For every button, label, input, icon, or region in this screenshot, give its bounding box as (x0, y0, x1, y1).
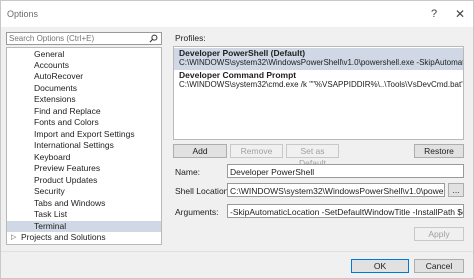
search-input[interactable] (9, 33, 147, 44)
restore-button[interactable]: Restore (414, 144, 464, 158)
profile-name: Developer Command Prompt (179, 70, 297, 80)
tree-item-find-and-replace[interactable]: Find and Replace (7, 106, 161, 117)
add-button[interactable]: Add (173, 144, 227, 158)
window-title: Options (7, 9, 39, 19)
tree-item-task-list[interactable]: Task List (7, 209, 161, 220)
tree-item-product-updates[interactable]: Product Updates (7, 175, 161, 186)
arguments-field[interactable] (227, 204, 464, 218)
remove-button[interactable]: Remove (230, 144, 283, 158)
tree-item-general[interactable]: General (7, 49, 161, 60)
shell-location-input[interactable] (230, 185, 444, 196)
expand-icon[interactable]: ▷ (11, 232, 16, 243)
tree-item-autorecover[interactable]: AutoRecover (7, 71, 161, 82)
tree-item-international[interactable]: International Settings (7, 140, 161, 151)
browse-button[interactable]: ... (448, 183, 464, 197)
profile-item[interactable]: Developer PowerShell (Default) C:\WINDOW… (174, 48, 463, 70)
options-tree: General Accounts AutoRecover Documents E… (6, 47, 162, 245)
arguments-input[interactable] (230, 206, 463, 217)
search-icon[interactable] (149, 34, 158, 43)
name-input[interactable] (230, 166, 463, 177)
set-as-default-button[interactable]: Set as Default (286, 144, 339, 168)
shell-location-field[interactable] (227, 183, 445, 197)
tree-item-extensions[interactable]: Extensions (7, 94, 161, 105)
title-bar: Options ? ✕ (1, 1, 473, 27)
profiles-label: Profiles: (175, 33, 206, 43)
tree-item-fonts-and-colors[interactable]: Fonts and Colors (7, 117, 161, 128)
tree-item-tabs-and-windows[interactable]: Tabs and Windows (7, 198, 161, 209)
profiles-list: Developer PowerShell (Default) C:\WINDOW… (173, 46, 464, 140)
name-label: Name: (175, 167, 201, 177)
tree-node-label: Projects and Solutions (21, 232, 106, 242)
tree-item-preview-features[interactable]: Preview Features (7, 163, 161, 174)
help-button[interactable]: ? (422, 4, 446, 24)
footer-divider (1, 251, 473, 252)
cancel-button[interactable]: Cancel (414, 259, 464, 273)
search-box[interactable] (6, 32, 162, 45)
profile-command: C:\WINDOWS\system32\WindowsPowerShell\v1… (179, 58, 463, 67)
close-button[interactable]: ✕ (448, 4, 472, 24)
profile-command: C:\WINDOWS\system32\cmd.exe /k ""%VSAPPI… (179, 80, 463, 89)
profile-name: Developer PowerShell (Default) (179, 48, 306, 58)
name-field[interactable] (227, 164, 464, 178)
apply-button[interactable]: Apply (414, 227, 464, 241)
tree-item-accounts[interactable]: Accounts (7, 60, 161, 71)
tree-item-security[interactable]: Security (7, 186, 161, 197)
shell-location-label: Shell Location: (175, 186, 231, 196)
ok-button[interactable]: OK (351, 259, 409, 273)
tree-node-projects-and-solutions[interactable]: ▷ Projects and Solutions (7, 232, 161, 243)
tree-item-documents[interactable]: Documents (7, 83, 161, 94)
tree-item-import-export[interactable]: Import and Export Settings (7, 129, 161, 140)
tree-item-keyboard[interactable]: Keyboard (7, 152, 161, 163)
profile-item[interactable]: Developer Command Prompt C:\WINDOWS\syst… (174, 70, 463, 92)
options-dialog: Options ? ✕ General Accounts AutoRecover… (0, 0, 474, 279)
tree-item-terminal[interactable]: Terminal (7, 221, 161, 232)
arguments-label: Arguments: (175, 207, 219, 217)
